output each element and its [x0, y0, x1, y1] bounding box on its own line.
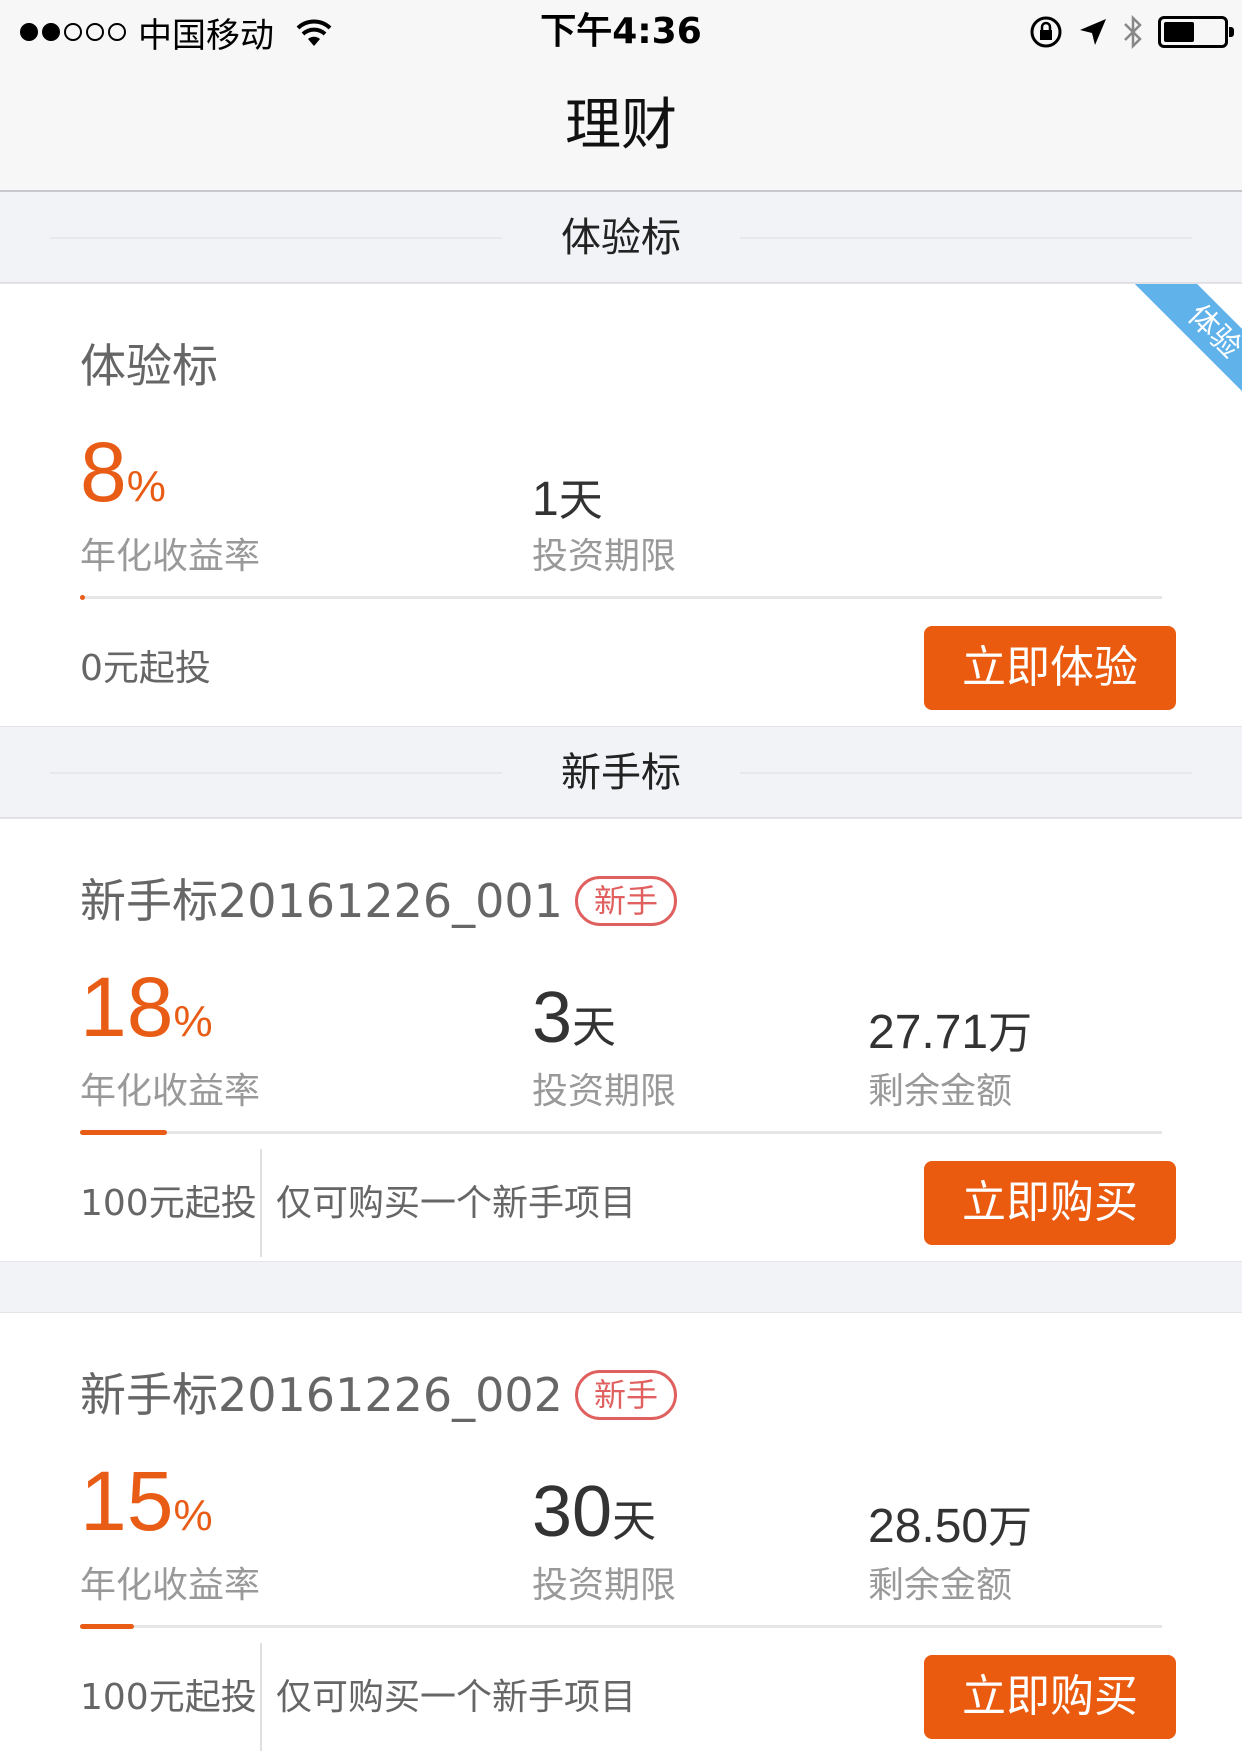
newbie-badge: 新手: [574, 876, 677, 926]
vertical-divider: [260, 1643, 262, 1751]
navigation-bar: 理财: [0, 64, 1242, 192]
min-investment: 100元起投: [80, 1183, 257, 1224]
progress-fill: [80, 595, 86, 600]
buy-now-button[interactable]: 立即购买: [924, 1655, 1176, 1739]
product-name-row: 新手标20161226_001 新手: [80, 871, 677, 931]
term-label: 投资期限: [532, 536, 677, 577]
progress-bar: [80, 1130, 1162, 1135]
page-title: 理财: [565, 93, 677, 158]
purchase-limit-note: 仅可购买一个新手项目: [276, 1183, 637, 1224]
corner-ribbon: 体验: [1124, 284, 1242, 402]
newbie-badge: 新手: [574, 1370, 677, 1420]
term-label: 投资期限: [532, 1565, 677, 1606]
section-header-experience: 体验标: [0, 193, 1242, 283]
product-card-newbie-002[interactable]: 新手标20161226_002 新手 15% 年化收益率 30天 投资期限 28…: [0, 1312, 1242, 1762]
vertical-divider: [260, 1149, 262, 1257]
purchase-limit-note: 仅可购买一个新手项目: [276, 1677, 637, 1718]
buy-now-button[interactable]: 立即购买: [924, 1161, 1176, 1245]
annual-rate: 18%: [80, 960, 213, 1054]
rate-label: 年化收益率: [80, 536, 261, 577]
progress-bar: [80, 595, 1162, 600]
min-investment: 100元起投: [80, 1677, 257, 1718]
min-investment: 0元起投: [80, 648, 211, 689]
status-bar: 中国移动 下午4:36: [0, 0, 1242, 64]
remaining-amount: 27.71万: [868, 1006, 1033, 1059]
term-value: 1天: [532, 473, 603, 526]
annual-rate: 15%: [80, 1454, 213, 1548]
progress-fill: [80, 1130, 167, 1135]
term-value: 3天: [532, 978, 617, 1058]
annual-rate: 8%: [80, 425, 166, 519]
product-card-experience[interactable]: 体验 体验标 8% 年化收益率 1天 投资期限 0元起投 立即体验: [0, 283, 1242, 727]
bluetooth-icon: [1124, 14, 1142, 50]
progress-bar: [80, 1624, 1162, 1629]
status-right: [1028, 10, 1234, 54]
product-name: 新手标20161226_001: [80, 874, 563, 928]
remaining-amount: 28.50万: [868, 1500, 1033, 1553]
product-name: 体验标: [80, 339, 218, 393]
rate-label: 年化收益率: [80, 1071, 261, 1112]
location-arrow-icon: [1080, 19, 1106, 45]
rate-label: 年化收益率: [80, 1565, 261, 1606]
section-title: 体验标: [561, 215, 681, 261]
remaining-label: 剩余金额: [868, 1071, 1013, 1112]
product-name-row: 新手标20161226_002 新手: [80, 1365, 677, 1425]
product-name: 新手标20161226_002: [80, 1368, 563, 1422]
term-label: 投资期限: [532, 1071, 677, 1112]
section-title: 新手标: [561, 750, 681, 796]
battery-icon: [1158, 16, 1234, 48]
remaining-label: 剩余金额: [868, 1565, 1013, 1606]
section-header-newbie: 新手标: [0, 728, 1242, 818]
orientation-lock-icon: [1030, 16, 1062, 48]
product-card-newbie-001[interactable]: 新手标20161226_001 新手 18% 年化收益率 3天 投资期限 27.…: [0, 818, 1242, 1262]
progress-fill: [80, 1624, 135, 1629]
try-now-button[interactable]: 立即体验: [924, 626, 1176, 710]
ribbon-label: 体验: [1127, 284, 1242, 402]
term-value: 30天: [532, 1472, 657, 1552]
